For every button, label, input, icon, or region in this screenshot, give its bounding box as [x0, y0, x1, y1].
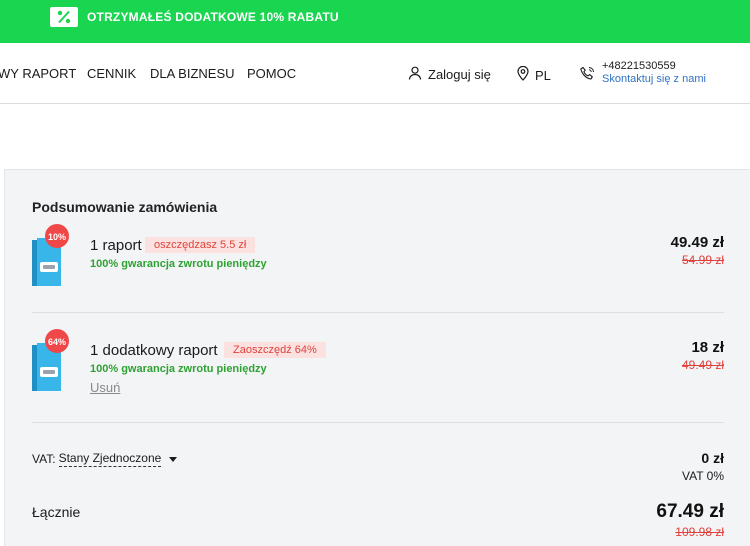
guarantee-text: 100% gwarancja zwrotu pieniędzy [90, 258, 267, 270]
promo-banner: OTRZYMAŁEŚ DODATKOWE 10% RABATU [0, 0, 750, 43]
discount-badge: 64% [48, 337, 66, 347]
top-navigation: WY RAPORT CENNIK DLA BIZNESU POMOC Zalog… [0, 43, 750, 104]
total-label: Łącznie [32, 504, 81, 520]
phone-number[interactable]: +48221530559 [602, 60, 706, 73]
item-old-price: 54.99 zł [681, 253, 724, 267]
item-name: 1 raport [90, 237, 142, 254]
item-price: 18 zł [691, 339, 724, 356]
order-summary: Podsumowanie zamówienia 10% 1 raport osz… [4, 169, 750, 546]
item-name: 1 dodatkowy raport [90, 342, 218, 359]
summary-title: Podsumowanie zamówienia [32, 199, 218, 215]
caret-down-icon [169, 452, 178, 466]
savings-badge: Zaoszczędź 64% [224, 342, 326, 358]
contact-block: +48221530559 Skontaktuj się z nami [580, 60, 706, 86]
total-price: 67.49 zł [656, 501, 724, 522]
nav-link-report[interactable]: WY RAPORT [0, 66, 76, 81]
vat-rate: VAT 0% [681, 469, 724, 483]
promo-text: OTRZYMAŁEŚ DODATKOWE 10% RABATU [87, 10, 339, 24]
login-label: Zaloguj się [428, 67, 491, 82]
savings-badge: oszczędzasz 5.5 zł [145, 237, 256, 253]
total-old-price: 109.98 zł [675, 525, 724, 539]
guarantee-text: 100% gwarancja zwrotu pieniędzy [90, 363, 267, 375]
location-pin-icon [517, 65, 529, 84]
login-button[interactable]: Zaloguj się [408, 66, 491, 83]
vat-country-selector[interactable]: VAT: Stany Zjednoczone [32, 451, 178, 467]
user-icon [408, 66, 422, 83]
divider [32, 422, 724, 423]
discount-badge: 10% [48, 232, 66, 242]
nav-link-business[interactable]: DLA BIZNESU [150, 66, 235, 81]
item-price: 49.49 zł [670, 234, 724, 251]
percent-icon [50, 7, 78, 27]
nav-link-pricing[interactable]: CENNIK [87, 66, 136, 81]
remove-item-link[interactable]: Usuń [90, 380, 120, 395]
divider [32, 312, 724, 313]
order-item-additional-report: 64% 1 dodatkowy raport Zaoszczędź 64% 10… [5, 325, 750, 415]
item-old-price: 49.49 zł [681, 358, 724, 372]
vat-amount: 0 zł [701, 450, 724, 466]
report-box-icon: 10% [30, 224, 70, 286]
phone-icon [580, 66, 595, 86]
report-box-icon: 64% [30, 329, 70, 391]
nav-link-help[interactable]: POMOC [247, 66, 296, 81]
order-item-report: 10% 1 raport oszczędzasz 5.5 zł 100% gwa… [5, 220, 750, 310]
vat-label: VAT: [32, 452, 56, 466]
language-selector[interactable]: PL [517, 65, 551, 84]
vat-country[interactable]: Stany Zjednoczone [58, 451, 162, 467]
contact-link[interactable]: Skontaktuj się z nami [602, 73, 706, 86]
language-label: PL [535, 67, 551, 83]
